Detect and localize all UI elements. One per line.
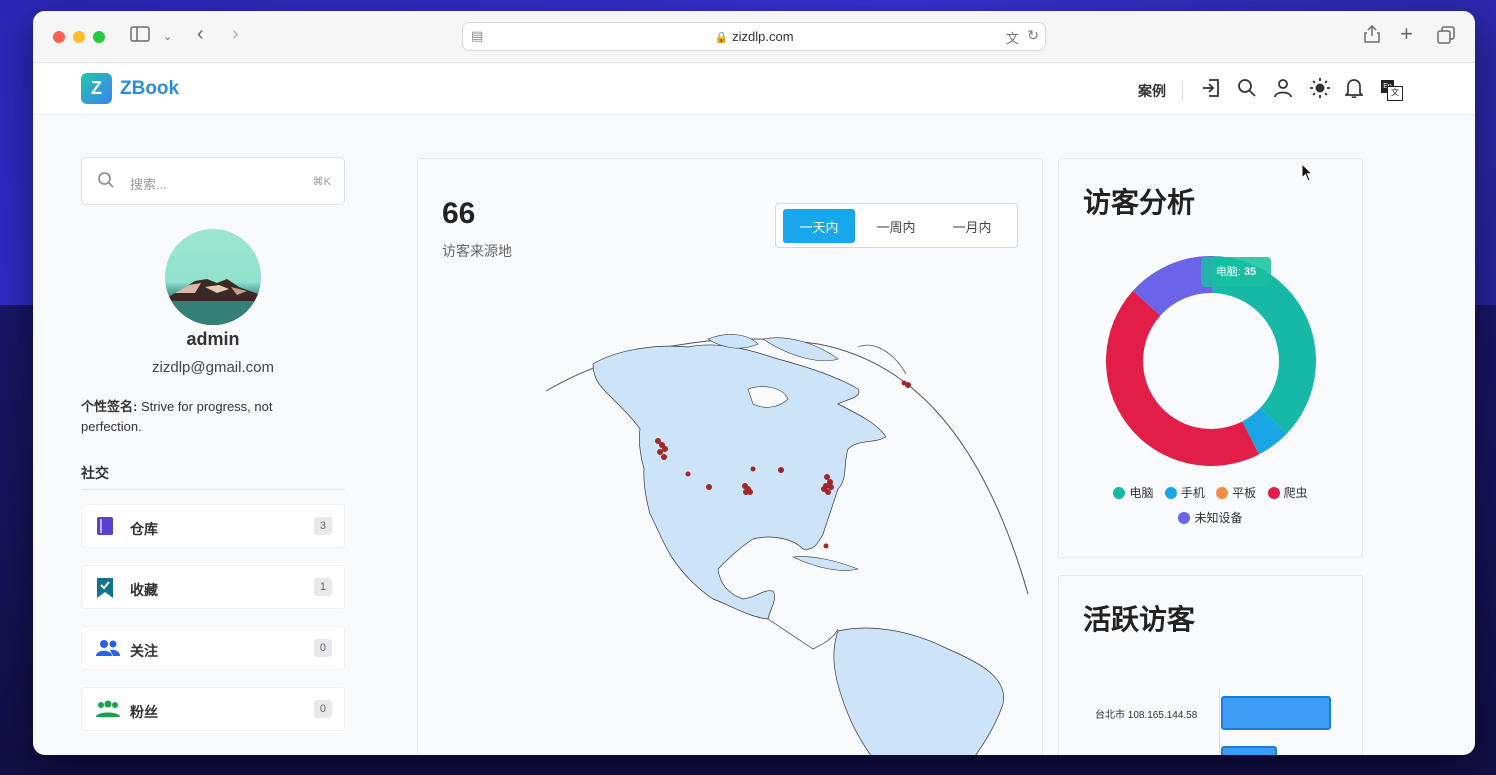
- chevron-down-icon[interactable]: ⌄: [163, 30, 172, 43]
- language-switch-icon[interactable]: En 文: [1381, 80, 1405, 102]
- lang-zh-badge: 文: [1387, 86, 1403, 101]
- legend-label: 平板: [1232, 486, 1257, 500]
- social-item-repos[interactable]: 仓库 3: [81, 504, 345, 548]
- search-placeholder: 搜索...: [130, 177, 167, 192]
- profile-email: zizdlp@gmail.com: [152, 359, 274, 376]
- social-item-label: 收藏: [130, 582, 158, 598]
- legend-item[interactable]: 电脑: [1113, 484, 1153, 501]
- tooltip-label: 电脑:: [1215, 266, 1241, 278]
- reload-icon[interactable]: ↻: [1027, 27, 1039, 44]
- group-icon: [96, 699, 120, 724]
- lock-icon: 🔒: [714, 32, 729, 44]
- legend-label: 未知设备: [1194, 511, 1243, 525]
- legend-label: 电脑: [1129, 486, 1154, 500]
- browser-toolbar: ⌄ ‹ › ▤ 🔒 zizdlp.com 文 ↻ +: [33, 11, 1475, 63]
- social-item-favorites[interactable]: 收藏 1: [81, 565, 345, 609]
- social-item-count: 0: [313, 639, 332, 657]
- legend-swatch: [1164, 486, 1177, 499]
- tooltip-value: 35: [1243, 266, 1257, 278]
- social-item-followers[interactable]: 粉丝 0: [81, 687, 345, 731]
- nav-case-link[interactable]: 案例: [1138, 81, 1183, 101]
- signature-label: 个性签名:: [81, 399, 138, 414]
- zoom-window-button[interactable]: [93, 31, 105, 43]
- share-icon[interactable]: [1364, 24, 1380, 48]
- social-section-title: 社交: [81, 463, 345, 490]
- legend-swatch: [1178, 511, 1191, 524]
- url-text: zizdlp.com: [732, 29, 794, 44]
- site-logo[interactable]: Z ZBook: [81, 73, 179, 104]
- visitor-map-card: 66 访客来源地 一天内 一周内 一月内: [417, 158, 1043, 755]
- book-icon: [96, 516, 114, 541]
- header-actions: 案例 En 文: [1138, 77, 1405, 105]
- legend-item[interactable]: 手机: [1164, 484, 1205, 501]
- browser-window: ⌄ ‹ › ▤ 🔒 zizdlp.com 文 ↻ + Z ZBook 案例 文 …: [33, 11, 1475, 755]
- legend-item[interactable]: 未知设备: [1178, 509, 1243, 526]
- site-header: Z ZBook 案例 En 文: [33, 63, 1475, 115]
- sidebar-toggle-icon[interactable]: [130, 26, 150, 47]
- legend-swatch: [1216, 486, 1229, 499]
- theme-sun-icon[interactable]: [1309, 77, 1330, 105]
- active-visitor-bar[interactable]: [1221, 696, 1331, 730]
- chart-tooltip: 电脑: 35: [1201, 257, 1271, 287]
- tabs-overview-icon[interactable]: [1437, 26, 1455, 49]
- social-item-count: 1: [313, 578, 332, 596]
- social-item-count: 3: [313, 517, 332, 535]
- visitor-analysis-card: 访客分析 电脑: 35 电脑 手机 平板 爬虫 未知设备: [1058, 158, 1363, 558]
- legend-label: 手机: [1180, 486, 1205, 500]
- translate-icon[interactable]: 文: [1006, 28, 1019, 47]
- mouse-cursor-icon: [1301, 163, 1314, 182]
- logo-icon: Z: [81, 73, 112, 104]
- social-item-label: 仓库: [130, 521, 158, 537]
- forward-icon[interactable]: ›: [232, 23, 239, 46]
- legend-item[interactable]: 平板: [1216, 484, 1256, 501]
- bar-axis-line: [1219, 688, 1220, 755]
- search-icon: [97, 171, 115, 194]
- device-donut-chart[interactable]: [1059, 209, 1363, 509]
- donut-slice-爬虫[interactable]: [1106, 290, 1260, 467]
- legend-swatch: [1113, 486, 1126, 499]
- social-item-following[interactable]: 关注 0: [81, 626, 345, 670]
- user-icon[interactable]: [1273, 78, 1292, 104]
- chart-legend-row2: 未知设备: [1059, 509, 1362, 527]
- legend-swatch: [1267, 486, 1280, 499]
- close-window-button[interactable]: [53, 31, 65, 43]
- legend-label: 爬虫: [1283, 486, 1308, 500]
- bookmark-icon: [96, 577, 114, 604]
- users-icon: [96, 638, 120, 663]
- social-item-label: 关注: [130, 643, 158, 659]
- logo-text: ZBook: [120, 77, 180, 99]
- profile-signature: 个性签名: Strive for progress, not perfectio…: [81, 397, 331, 437]
- profile-username: admin: [186, 329, 240, 349]
- active-visitor-label: 台北市 108.165.144.58: [1095, 710, 1198, 721]
- url-display: 🔒 zizdlp.com: [463, 29, 1045, 44]
- back-icon[interactable]: ‹: [197, 23, 204, 46]
- login-icon[interactable]: [1201, 78, 1219, 104]
- notification-bell-icon[interactable]: [1343, 78, 1365, 104]
- search-box[interactable]: 搜索... ⌘K: [81, 157, 345, 205]
- chart-legend: 电脑 手机 平板 爬虫: [1059, 484, 1362, 502]
- address-bar[interactable]: ▤ 🔒 zizdlp.com 文 ↻: [462, 22, 1046, 51]
- minimize-window-button[interactable]: [73, 31, 85, 43]
- search-icon[interactable]: [1237, 78, 1256, 104]
- legend-item[interactable]: 爬虫: [1267, 484, 1308, 501]
- social-item-label: 粉丝: [130, 704, 158, 720]
- window-controls: [53, 31, 105, 43]
- new-tab-icon[interactable]: +: [1400, 21, 1413, 47]
- active-visitors-title: 活跃访客: [1083, 604, 1196, 635]
- avatar[interactable]: [165, 229, 261, 325]
- world-globe-map[interactable]: [418, 159, 1043, 755]
- search-shortcut: ⌘K: [312, 176, 331, 188]
- active-visitor-bar[interactable]: [1221, 746, 1277, 755]
- social-item-count: 0: [313, 700, 332, 718]
